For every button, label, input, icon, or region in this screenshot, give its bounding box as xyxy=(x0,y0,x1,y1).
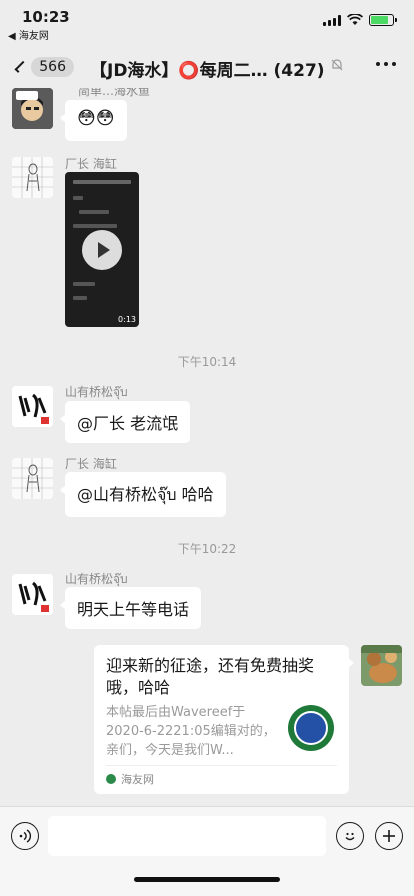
more-functions-button[interactable] xyxy=(375,822,403,850)
sender-name: 简单…海水鱼 xyxy=(78,88,151,98)
video-duration: 0:13 xyxy=(118,315,136,324)
emoji-button[interactable] xyxy=(336,822,364,850)
source-icon xyxy=(106,774,116,784)
chevron-left-icon xyxy=(14,60,27,74)
message-bubble[interactable]: 明天上午等电话 xyxy=(59,587,202,629)
chat-title: 【JD海水】⭕每周二… (427) xyxy=(90,56,330,81)
message-input[interactable] xyxy=(48,816,326,856)
status-icons xyxy=(323,14,397,26)
unread-count-badge: 566 xyxy=(31,57,74,77)
message-list[interactable]: 简单…海水鱼 😳😳 厂长 海缸 0:13 下午10:14 山有桥松จุ๊บ @厂… xyxy=(0,88,414,806)
sender-name: 山有桥松จุ๊บ xyxy=(65,385,128,399)
link-card[interactable]: 迎来新的征途，还有免费抽奖哦，哈哈 本帖最后由Wavereef于 2020-6-… xyxy=(94,645,354,794)
input-bar xyxy=(0,806,414,896)
status-time: 10:23 xyxy=(22,8,70,26)
signal-icon xyxy=(323,14,341,26)
mute-bell-icon xyxy=(331,59,343,71)
battery-icon xyxy=(369,14,397,26)
more-options-button[interactable] xyxy=(376,62,396,66)
message-bubble[interactable]: @厂长 老流氓 xyxy=(59,401,191,443)
home-indicator[interactable] xyxy=(134,877,280,882)
message-timestamp: 下午10:22 xyxy=(177,542,237,556)
source-name: 海友网 xyxy=(121,773,154,786)
link-card-source: 海友网 xyxy=(106,765,337,787)
link-card-thumbnail xyxy=(288,705,334,751)
avatar[interactable] xyxy=(12,458,53,499)
voice-icon xyxy=(19,829,32,843)
back-button[interactable]: 566 xyxy=(14,54,74,80)
voice-input-button[interactable] xyxy=(11,822,39,850)
sender-name: 厂长 海缸 xyxy=(65,157,117,171)
back-to-app-link[interactable]: ◀ 海友网 xyxy=(8,27,49,42)
avatar[interactable] xyxy=(12,386,53,427)
link-card-description: 本帖最后由Wavereef于 2020-6-2221:05编辑对的，亲们，今天是… xyxy=(106,705,276,758)
status-bar: 10:23 ◀ 海友网 xyxy=(0,0,414,44)
video-message[interactable]: 0:13 xyxy=(65,172,139,327)
message-bubble[interactable]: 😳😳 xyxy=(60,100,127,141)
avatar[interactable] xyxy=(12,574,53,615)
member-count: (427) xyxy=(273,61,325,81)
play-icon[interactable] xyxy=(82,230,122,270)
avatar[interactable] xyxy=(12,88,53,129)
chat-header: 566 【JD海水】⭕每周二… (427) xyxy=(0,44,414,88)
plus-icon xyxy=(383,830,395,842)
link-card-title: 迎来新的征途，还有免费抽奖哦，哈哈 xyxy=(106,656,315,697)
emoji-icon xyxy=(345,832,355,841)
group-name: 【JD海水】⭕每周二… xyxy=(90,61,268,81)
message-timestamp: 下午10:14 xyxy=(177,355,237,369)
sender-name: 厂长 海缸 xyxy=(65,457,117,471)
my-avatar[interactable] xyxy=(361,645,402,686)
avatar[interactable] xyxy=(12,157,53,198)
message-bubble[interactable]: @山有桥松จุ๊บ 哈哈 xyxy=(60,472,226,517)
wifi-icon xyxy=(347,14,363,25)
